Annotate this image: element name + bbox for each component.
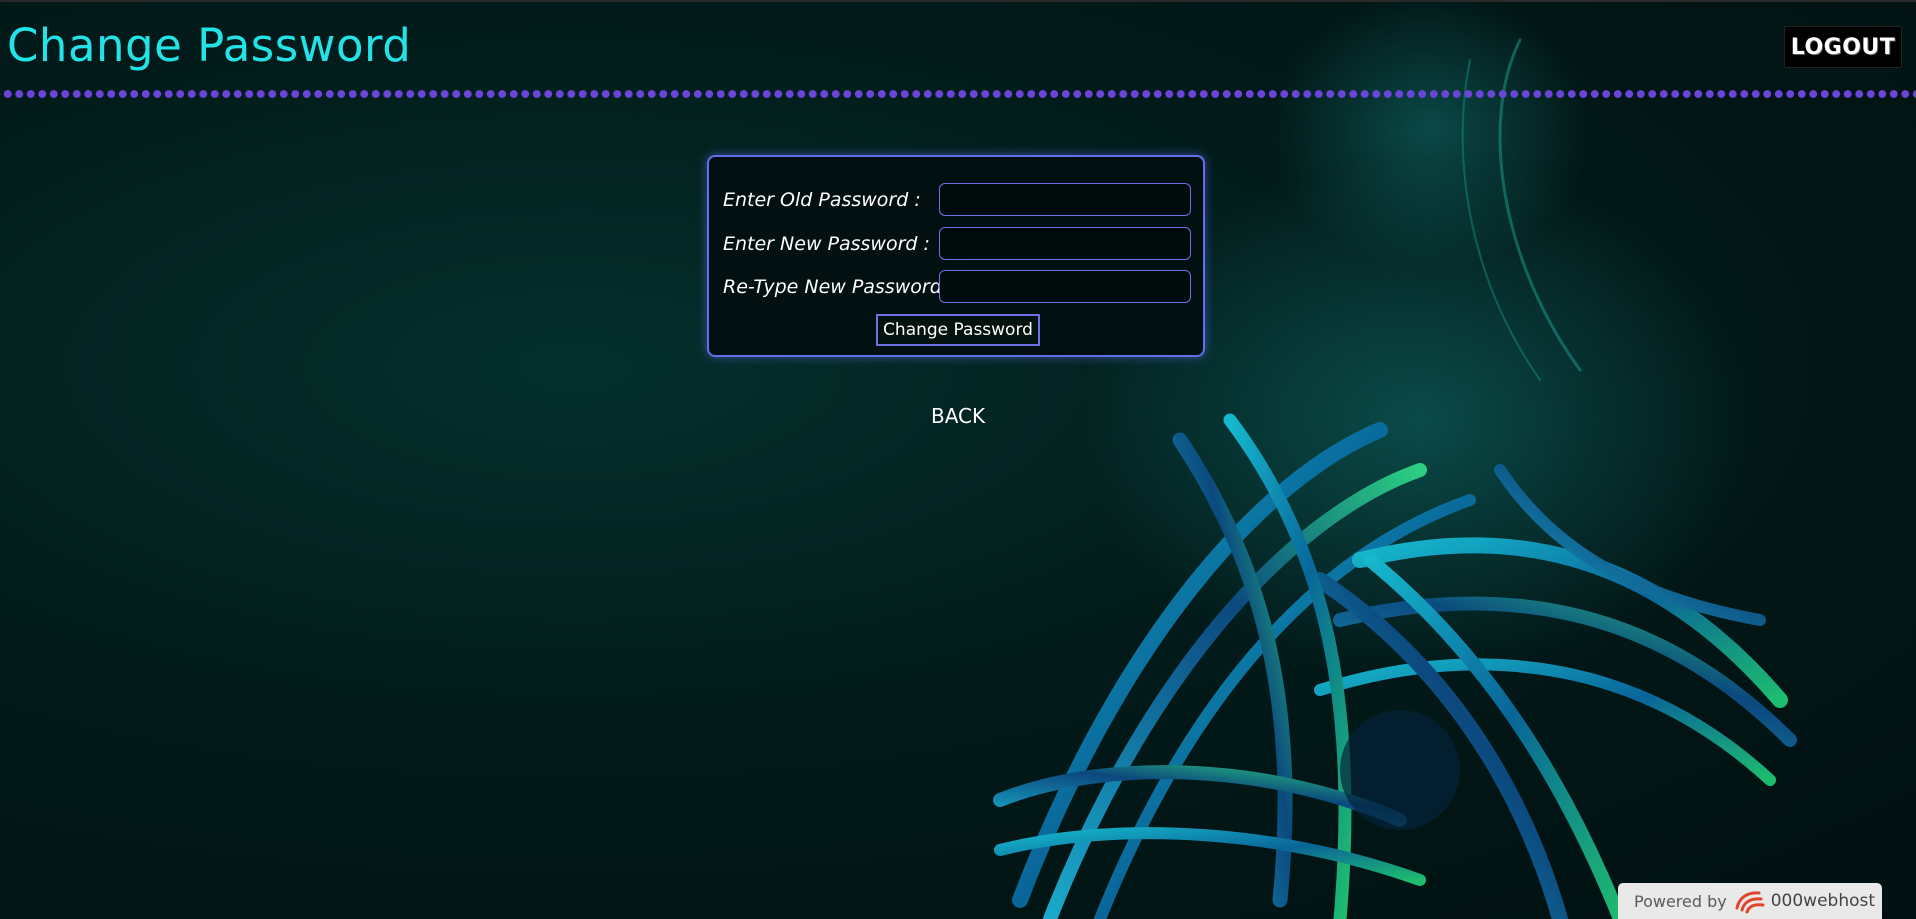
new-password-field[interactable] [939, 227, 1191, 260]
old-password-row: Enter Old Password : [723, 183, 1193, 217]
old-password-field[interactable] [939, 183, 1191, 216]
background-art [993, 0, 1797, 919]
back-link[interactable]: BACK [931, 404, 985, 428]
change-password-form: Enter Old Password : Enter New Password … [707, 155, 1205, 357]
new-password-label: Enter New Password : [723, 233, 930, 255]
logout-button[interactable]: LOGOUT [1784, 26, 1902, 68]
page-title: Change Password [7, 19, 412, 72]
retype-password-label: Re-Type New Password : [723, 276, 955, 298]
retype-password-row: Re-Type New Password : [723, 270, 1193, 304]
000webhost-logo-icon [1733, 888, 1767, 914]
old-password-label: Enter Old Password : [723, 189, 921, 211]
dotted-divider [0, 87, 1916, 101]
new-password-row: Enter New Password : [723, 227, 1193, 261]
change-password-button[interactable]: Change Password [876, 314, 1040, 346]
powered-by-label: Powered by [1634, 891, 1727, 911]
brand-name: 000webhost [1770, 891, 1876, 911]
retype-password-field[interactable] [939, 270, 1191, 303]
powered-by-badge[interactable]: Powered by 000webhost [1618, 883, 1882, 919]
top-border [0, 0, 1916, 2]
